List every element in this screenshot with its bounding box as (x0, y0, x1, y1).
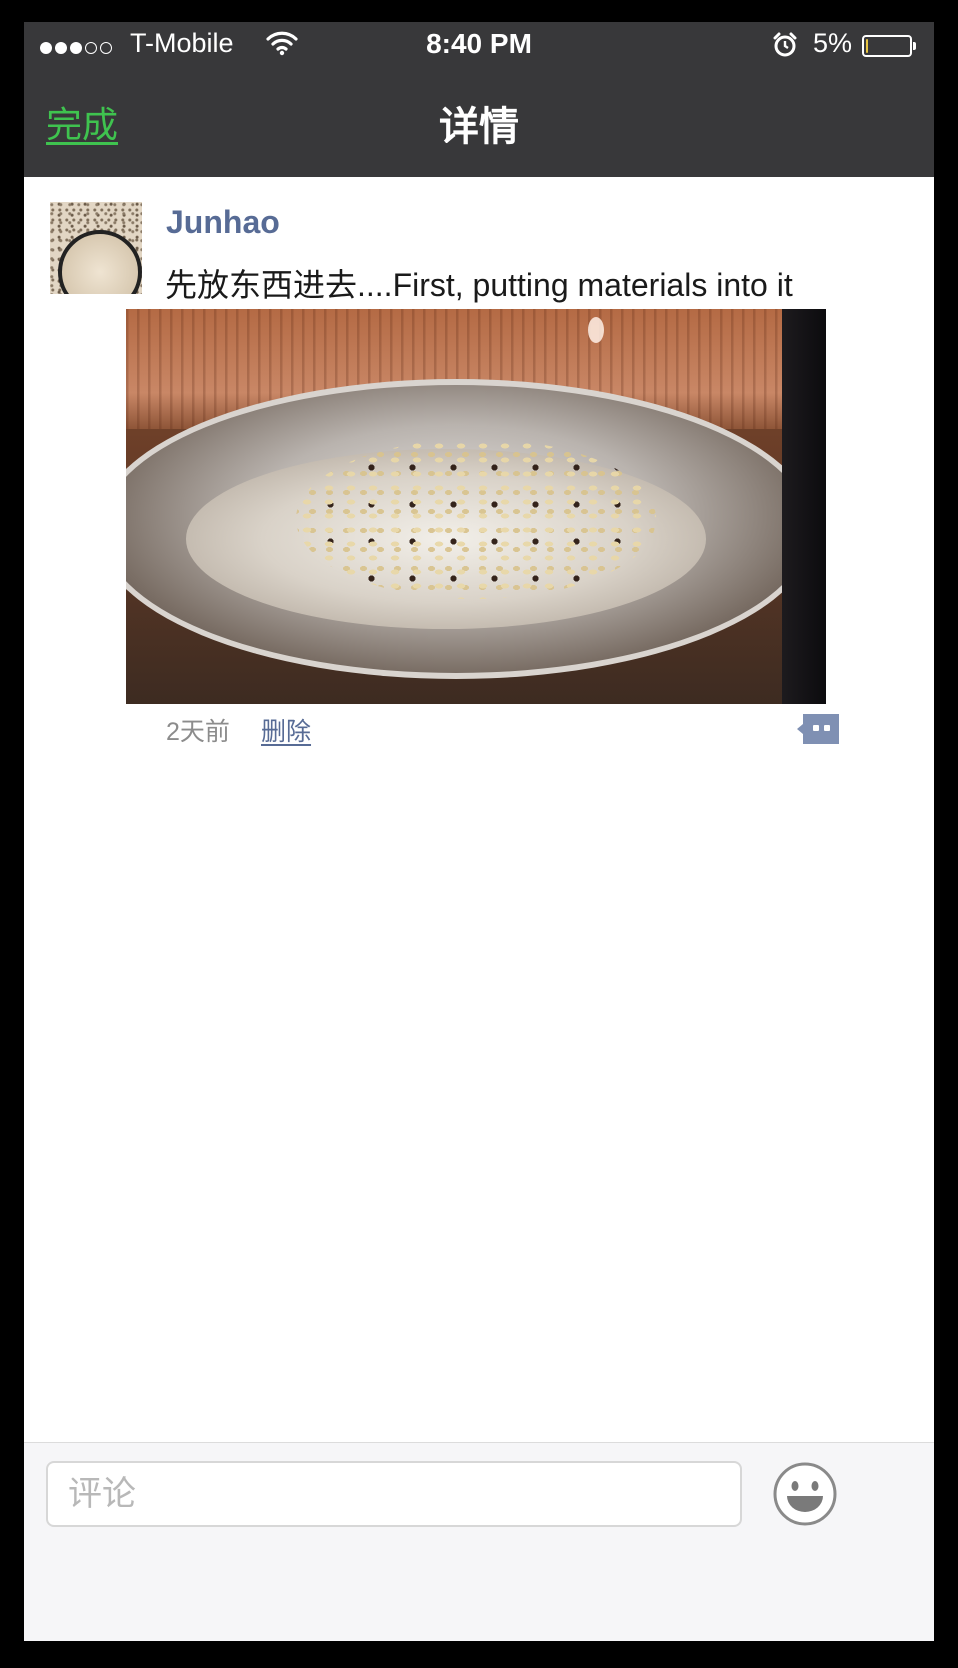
status-bar: T-Mobile 8:40 PM 5% (24, 22, 934, 72)
battery-icon (862, 35, 916, 57)
photo-dark-edge (782, 309, 826, 704)
photo-rice-grains (296, 439, 656, 599)
comment-bar (24, 1442, 934, 1641)
photo-light-glare (588, 317, 604, 343)
avatar[interactable] (50, 202, 142, 294)
battery-percent: 5% (813, 28, 853, 58)
comment-bubble-icon[interactable] (797, 712, 841, 746)
page-title: 详情 (439, 105, 519, 149)
comment-input[interactable] (46, 1461, 742, 1527)
top-bar: T-Mobile 8:40 PM 5% 完成 详情 (24, 22, 934, 177)
post-text: 先放东西进去....First, putting materials into … (165, 267, 793, 303)
emoji-icon[interactable] (772, 1461, 838, 1527)
post-time: 2天前 (166, 718, 230, 746)
post-photo[interactable] (126, 309, 826, 704)
moments-detail-screen: T-Mobile 8:40 PM 5% 完成 详情 Junhao 先放东西进去.… (24, 22, 934, 1641)
avatar-bowl-image (58, 230, 142, 294)
battery-level-fill (866, 39, 868, 53)
alarm-clock-icon (772, 32, 798, 63)
post-username[interactable]: Junhao (166, 204, 280, 241)
delete-link[interactable]: 删除 (261, 712, 311, 748)
